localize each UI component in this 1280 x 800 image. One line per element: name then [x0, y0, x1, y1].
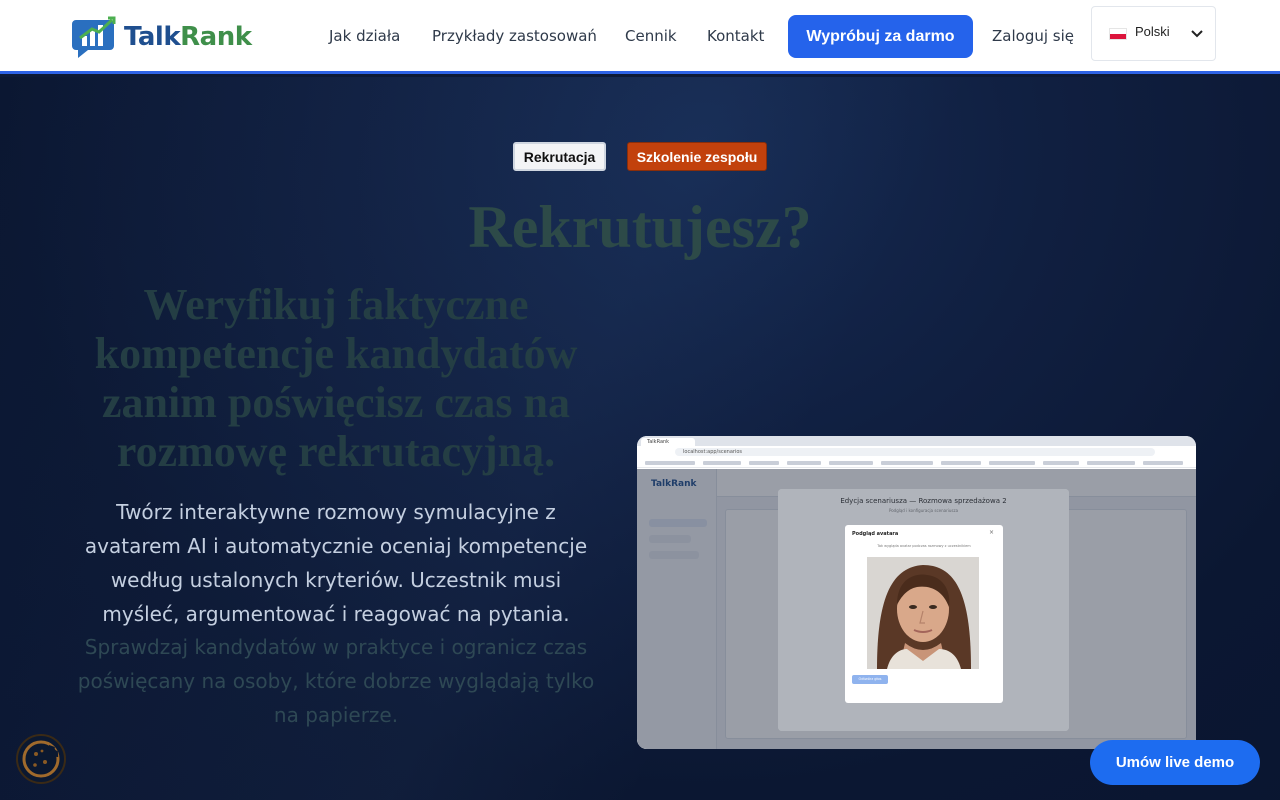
hero-title: Rekrutujesz? [468, 194, 812, 260]
try-free-button[interactable]: Wypróbuj za darmo [788, 15, 973, 58]
nav-link-how-it-works[interactable]: Jak działa [329, 27, 400, 45]
preview-browser-tabbar: TalkRank [637, 436, 1196, 446]
preview-avatar-dialog-subtitle: Tak wygląda avatar podczas rozmowy z ucz… [877, 544, 971, 548]
brand-name-part1: Talk [124, 22, 181, 52]
preview-bookmarks-bar [637, 458, 1196, 468]
nav-link-contact[interactable]: Kontakt [707, 27, 764, 45]
login-link[interactable]: Zaloguj się [992, 27, 1074, 45]
hero-lead-secondary: Sprawdzaj kandydatów w praktyce i ograni… [77, 635, 595, 727]
cookie-icon[interactable] [16, 734, 66, 784]
language-selector[interactable]: Polski [1091, 6, 1216, 61]
hero-section: Rekrutacja Szkolenie zespołu Rekrutujesz… [0, 77, 1280, 800]
nav-link-use-cases[interactable]: Przykłady zastosowań [432, 27, 597, 45]
preview-avatar-play-button: Odtwórz głos [852, 675, 888, 684]
tab-team-training[interactable]: Szkolenie zespołu [627, 142, 767, 171]
brand-wordmark: TalkRank [124, 22, 252, 52]
brand-name-part2: Rank [180, 22, 252, 52]
preview-avatar-dialog-title: Podgląd avatara [852, 531, 899, 537]
preview-url: localhost:app/scenarios [675, 448, 1155, 456]
site-header: TalkRank Jak działa Przykłady zastosowań… [0, 0, 1280, 74]
preview-app: TalkRank Edycja scenariusza — Rozmowa sp… [637, 469, 1196, 749]
language-selected: Polski [1135, 24, 1170, 39]
preview-avatar-dialog: Podgląd avatara × Tak wygląda avatar pod… [845, 525, 1003, 703]
book-live-demo-button[interactable]: Umów live demo [1090, 740, 1260, 785]
preview-browser-tab: TalkRank [641, 438, 695, 446]
preview-avatar-image [867, 557, 979, 669]
preview-close-icon: × [989, 529, 995, 536]
brand-logo[interactable]: TalkRank [72, 10, 252, 64]
tab-recruitment[interactable]: Rekrutacja [513, 142, 606, 171]
preview-urlbar: localhost:app/scenarios [637, 446, 1196, 458]
logo-chat-chart-icon [72, 14, 118, 60]
hero-subtitle: Weryfikuj faktyczne kompetencje kandydat… [94, 280, 578, 476]
poland-flag-icon [1109, 27, 1127, 40]
chevron-down-icon [1191, 30, 1203, 38]
product-screenshot: TalkRank localhost:app/scenarios TalkRan… [637, 436, 1196, 749]
nav-link-pricing[interactable]: Cennik [625, 27, 677, 45]
hero-lead: Twórz interaktywne rozmowy symulacyjne z… [84, 500, 588, 626]
